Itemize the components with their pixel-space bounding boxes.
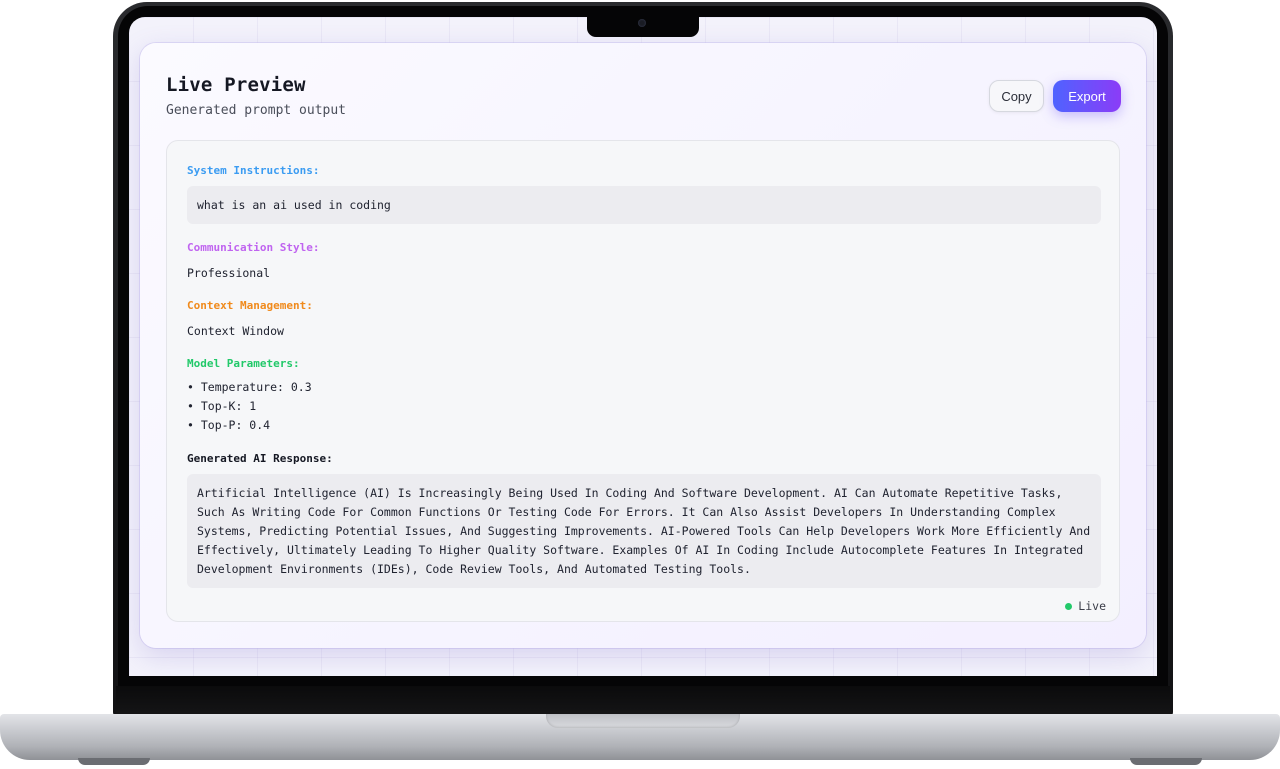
laptop-screen: Live Preview Generated prompt output Cop…	[129, 17, 1157, 676]
camera-notch	[587, 15, 699, 37]
laptop-foot-left	[78, 758, 150, 765]
generated-response-box: Artificial Intelligence (AI) Is Increasi…	[187, 474, 1101, 588]
live-status-label: Live	[1078, 599, 1106, 613]
live-preview-card: Live Preview Generated prompt output Cop…	[140, 43, 1146, 648]
laptop-hinge	[116, 686, 1170, 716]
copy-button[interactable]: Copy	[989, 80, 1044, 112]
generated-response-label: Generated AI Response:	[187, 452, 333, 465]
context-management-value: Context Window	[187, 324, 284, 338]
export-button[interactable]: Export	[1053, 80, 1121, 112]
laptop-base-notch	[546, 714, 740, 728]
generated-response-text: Artificial Intelligence (AI) Is Increasi…	[197, 486, 1091, 576]
model-parameters-list: • Temperature: 0.3 • Top-K: 1 • Top-P: 0…	[187, 378, 312, 435]
communication-style-label: Communication Style:	[187, 241, 320, 254]
page-title: Live Preview	[166, 74, 306, 96]
system-instructions-box: what is an ai used in coding	[187, 186, 1101, 224]
parameter-top-p: • Top-P: 0.4	[187, 418, 271, 432]
camera-icon	[638, 19, 646, 27]
parameter-top-k: • Top-K: 1	[187, 399, 257, 413]
live-status-dot-icon	[1065, 602, 1073, 610]
parameter-temperature: • Temperature: 0.3	[187, 380, 312, 394]
model-parameters-label: Model Parameters:	[187, 357, 300, 370]
laptop-foot-right	[1130, 758, 1202, 765]
context-management-label: Context Management:	[187, 299, 313, 312]
system-instructions-label: System Instructions:	[187, 164, 320, 177]
live-status: Live	[1065, 599, 1106, 613]
communication-style-value: Professional	[187, 266, 271, 280]
prompt-output-panel: System Instructions: what is an ai used …	[166, 140, 1120, 622]
system-instructions-value: what is an ai used in coding	[197, 198, 391, 212]
page-subtitle: Generated prompt output	[166, 103, 347, 118]
